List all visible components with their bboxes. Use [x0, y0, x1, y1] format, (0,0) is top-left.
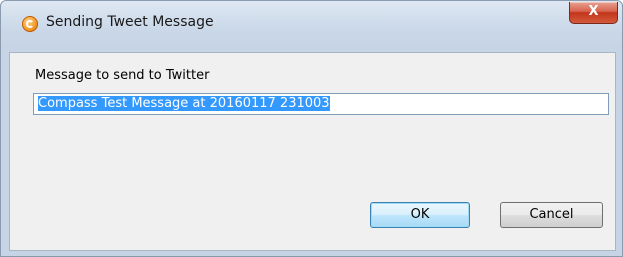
- close-button[interactable]: X: [569, 2, 618, 24]
- close-icon: X: [588, 4, 599, 19]
- dialog-window: Sending Tweet Message X Message to send …: [0, 0, 623, 257]
- app-logo-icon: [22, 16, 38, 32]
- message-input-value[interactable]: Compass Test Message at 20160117 231003: [38, 96, 330, 111]
- message-input[interactable]: Compass Test Message at 20160117 231003: [33, 93, 609, 115]
- ok-button[interactable]: OK: [370, 202, 470, 228]
- cancel-button[interactable]: Cancel: [500, 202, 603, 228]
- message-label: Message to send to Twitter: [35, 68, 210, 83]
- title-bar[interactable]: Sending Tweet Message X: [1, 1, 622, 45]
- dialog-body: Message to send to Twitter Compass Test …: [9, 52, 616, 251]
- window-title: Sending Tweet Message: [46, 14, 214, 30]
